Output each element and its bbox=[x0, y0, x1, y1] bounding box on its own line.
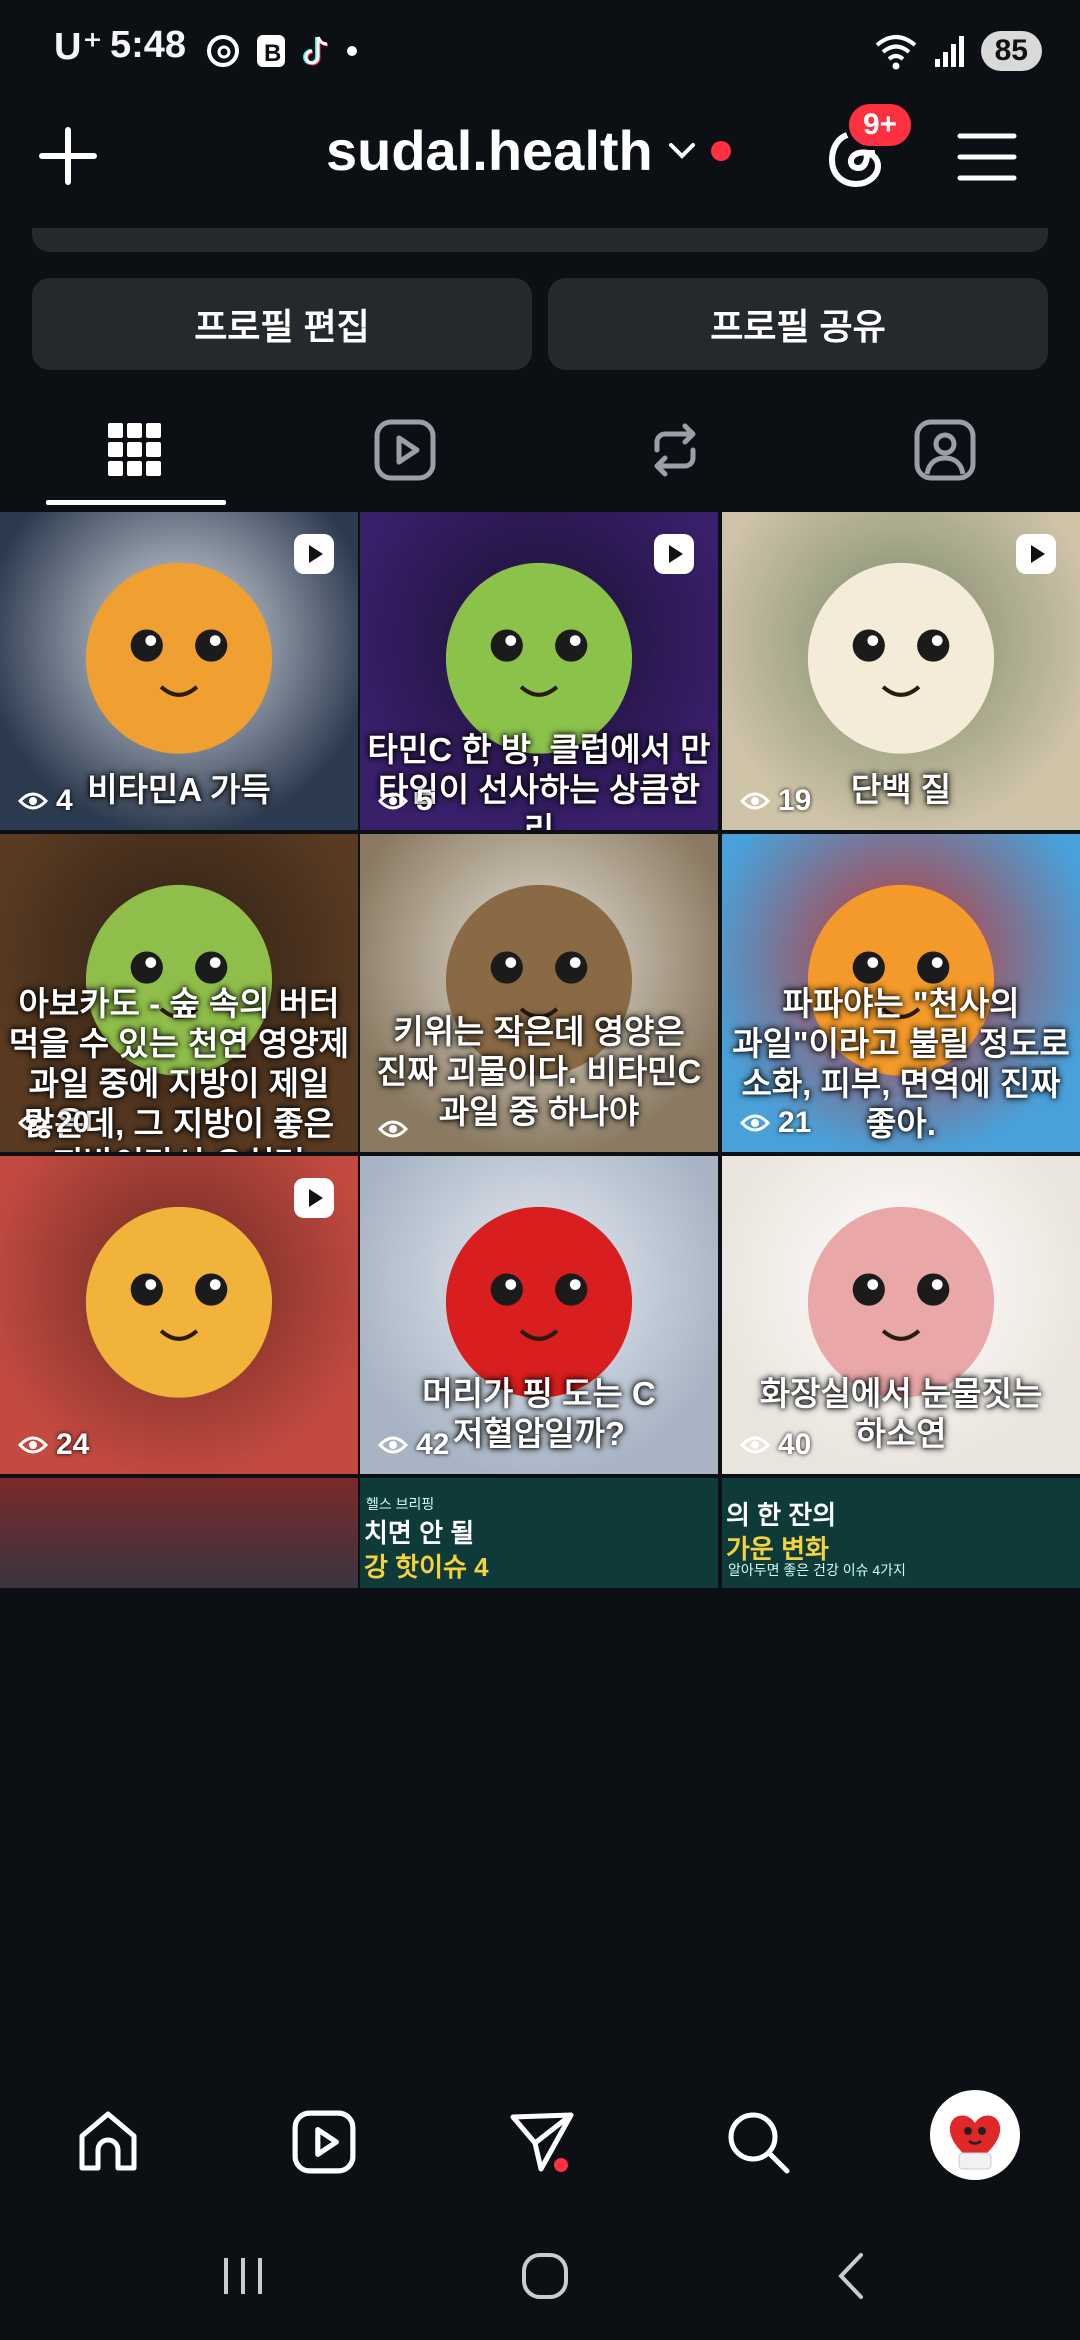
nav-direct[interactable] bbox=[494, 2094, 590, 2190]
post-small-label: 헬스 브리핑 bbox=[366, 1496, 435, 1512]
reel-indicator-icon bbox=[294, 1178, 334, 1218]
heart-character-avatar bbox=[933, 2093, 1017, 2177]
view-count: 20 bbox=[18, 1106, 89, 1140]
scrolled-content-edge bbox=[32, 228, 1048, 252]
svg-text:B: B bbox=[264, 40, 281, 67]
view-count-value: 21 bbox=[778, 1106, 812, 1139]
view-count-value: 20 bbox=[56, 1106, 90, 1139]
tab-tagged[interactable] bbox=[810, 390, 1080, 510]
home-circle-icon bbox=[522, 2253, 568, 2299]
recent-apps-button[interactable] bbox=[198, 2236, 288, 2316]
tagged-icon bbox=[914, 419, 976, 481]
threads-status-icon bbox=[207, 35, 239, 67]
post-title-text: 의 한 잔의 가운 변화 bbox=[726, 1500, 837, 1564]
system-navigation-bar bbox=[0, 2212, 1080, 2340]
view-count-value: 42 bbox=[416, 1428, 450, 1461]
reels-icon bbox=[292, 2110, 356, 2174]
post-caption-overlay: 키위는 작은데 영양은 진짜 괴물이다. 비타민C 과일 중 하나야 bbox=[376, 1013, 702, 1130]
nav-search[interactable] bbox=[710, 2094, 806, 2190]
reel-indicator-icon bbox=[1016, 534, 1056, 574]
reel-indicator-icon bbox=[294, 534, 334, 574]
eye-icon bbox=[378, 792, 408, 810]
eye-icon bbox=[378, 1120, 408, 1138]
tab-reposts[interactable] bbox=[540, 390, 810, 510]
tab-posts-grid[interactable] bbox=[0, 390, 270, 510]
battery-indicator: 85 bbox=[980, 31, 1042, 71]
tiktok-icon bbox=[303, 36, 329, 66]
carrier-label: U⁺ bbox=[54, 26, 104, 68]
home-icon bbox=[79, 2111, 137, 2171]
post-tile[interactable]: 키위는 작은데 영양은 진짜 괴물이다. 비타민C 과일 중 하나야 bbox=[360, 834, 718, 1152]
eye-icon bbox=[740, 792, 770, 810]
post-tile[interactable]: 화장실에서 눈물짓는 하소연 40 bbox=[722, 1156, 1080, 1474]
eye-icon bbox=[740, 1114, 770, 1132]
tab-reels[interactable] bbox=[270, 390, 540, 510]
view-count: 40 bbox=[740, 1428, 811, 1462]
recent-apps-icon bbox=[224, 2258, 262, 2294]
view-count: 5 bbox=[378, 784, 433, 818]
eye-icon bbox=[18, 1436, 48, 1454]
view-count: 21 bbox=[740, 1106, 811, 1140]
reel-indicator-icon bbox=[654, 534, 694, 574]
chevron-down-icon bbox=[668, 142, 695, 159]
menu-icon[interactable] bbox=[956, 128, 1018, 186]
view-count-value: 5 bbox=[416, 784, 433, 817]
post-tile[interactable]: 아보카도 - 숲 속의 버터 먹을 수 있는 천연 영양제 과일 중에 지방이 … bbox=[0, 834, 358, 1152]
view-count: 4 bbox=[18, 784, 73, 818]
eye-icon bbox=[18, 792, 48, 810]
status-app-icons: B bbox=[205, 28, 357, 74]
signal-icon bbox=[934, 36, 964, 67]
edit-profile-button[interactable]: 프로필 편집 bbox=[32, 278, 532, 370]
profile-username: sudal.health bbox=[326, 119, 653, 182]
posts-grid: 비타민A 가득 4 타민C 한 방, 클럽에서 만 타임이 선사하는 상큼한 리5단… bbox=[0, 512, 1080, 2072]
post-tile-partial[interactable]: 알아두면 좋은 건강 이슈 4가지 의 한 잔의 가운 변화 bbox=[722, 1478, 1080, 1588]
account-switcher[interactable]: sudal.health bbox=[326, 118, 731, 183]
grid-icon bbox=[108, 423, 161, 476]
search-icon bbox=[728, 2112, 790, 2174]
more-notifications-dot bbox=[347, 46, 357, 56]
send-icon bbox=[510, 2112, 574, 2172]
post-tile-partial[interactable]: 헬스 브리핑치면 안 될강 핫이슈 4 bbox=[360, 1478, 718, 1588]
active-tab-indicator bbox=[46, 500, 226, 505]
share-profile-button[interactable]: 프로필 공유 bbox=[548, 278, 1048, 370]
post-tile-partial[interactable] bbox=[0, 1478, 358, 1588]
post-tile[interactable]: 단백 질 19 bbox=[722, 512, 1080, 830]
post-tile[interactable]: 24 bbox=[0, 1156, 358, 1474]
profile-avatar[interactable] bbox=[930, 2090, 1020, 2180]
view-count: 19 bbox=[740, 784, 811, 818]
view-count: 42 bbox=[378, 1428, 449, 1462]
profile-tabs bbox=[0, 390, 1080, 510]
create-plus-icon[interactable] bbox=[36, 124, 100, 188]
b-app-icon: B bbox=[257, 35, 285, 67]
view-count bbox=[378, 1118, 416, 1140]
status-bar: U⁺ 5:48 B 85 bbox=[0, 0, 1080, 100]
notification-badge: 9+ bbox=[845, 100, 916, 150]
status-time: 5:48 bbox=[110, 24, 187, 66]
view-count-value: 24 bbox=[56, 1428, 90, 1461]
post-title-text: 치면 안 될강 핫이슈 4 bbox=[364, 1518, 489, 1582]
view-count-value: 40 bbox=[778, 1428, 812, 1461]
view-count-value: 4 bbox=[56, 784, 73, 817]
status-system-icons: 85 bbox=[873, 28, 1042, 74]
post-tile[interactable]: 타민C 한 방, 클럽에서 만 타임이 선사하는 상큼한 리5 bbox=[360, 512, 718, 830]
back-chevron-icon bbox=[838, 2253, 863, 2299]
repost-icon bbox=[654, 423, 696, 477]
eye-icon bbox=[378, 1436, 408, 1454]
post-tile[interactable]: 머리가 핑 도는 C 저혈압일까? 42 bbox=[360, 1156, 718, 1474]
reels-icon bbox=[374, 419, 436, 481]
view-count-value: 19 bbox=[778, 784, 812, 817]
post-tile[interactable]: 비타민A 가득 4 bbox=[0, 512, 358, 830]
bottom-navigation bbox=[0, 2072, 1080, 2212]
eye-icon bbox=[740, 1436, 770, 1454]
wifi-icon bbox=[875, 35, 916, 70]
back-button[interactable] bbox=[806, 2236, 896, 2316]
new-activity-dot bbox=[710, 140, 731, 161]
nav-reels[interactable] bbox=[276, 2094, 372, 2190]
nav-home[interactable] bbox=[60, 2094, 156, 2190]
post-tile[interactable]: 파파야는 "천사의 과일"이라고 불릴 정도로 소화, 피부, 면역에 진짜 좋… bbox=[722, 834, 1080, 1152]
view-count: 24 bbox=[18, 1428, 89, 1462]
profile-header: sudal.health 9+ bbox=[0, 100, 1080, 230]
eye-icon bbox=[18, 1114, 48, 1132]
home-button[interactable] bbox=[500, 2236, 590, 2316]
